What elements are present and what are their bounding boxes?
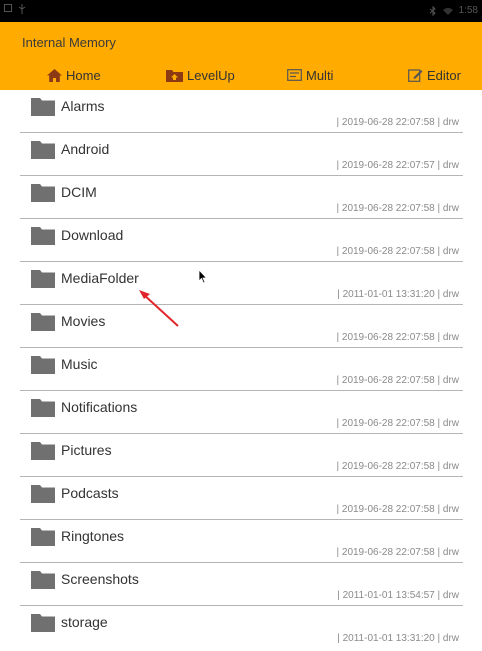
file-name: Ringtones bbox=[61, 528, 125, 544]
list-item[interactable]: Alarms | 2019-06-28 22:07:58 | drw bbox=[20, 90, 463, 133]
multi-select-icon bbox=[287, 69, 302, 81]
folder-icon bbox=[31, 184, 55, 202]
edit-icon bbox=[408, 69, 423, 82]
annotation-arrow bbox=[139, 290, 179, 327]
folder-icon bbox=[31, 485, 55, 503]
file-meta: | 2011-01-01 13:54:57 | drw bbox=[337, 590, 459, 601]
folder-icon bbox=[31, 571, 55, 589]
file-name: Notifications bbox=[61, 399, 138, 415]
list-item[interactable]: MediaFolder | 2011-01-01 13:31:20 | drw bbox=[20, 262, 463, 305]
list-item[interactable]: Movies | 2019-06-28 22:07:58 | drw bbox=[20, 305, 463, 348]
file-meta: | 2019-06-28 22:07:58 | drw bbox=[336, 246, 460, 257]
notification-icon bbox=[4, 4, 12, 12]
editor-button[interactable]: Editor bbox=[408, 64, 461, 86]
file-name: Movies bbox=[61, 313, 106, 329]
file-meta: | 2019-06-28 22:07:58 | drw bbox=[336, 203, 460, 214]
home-label: Home bbox=[66, 67, 101, 83]
folder-icon bbox=[31, 313, 55, 331]
folder-icon bbox=[31, 399, 55, 417]
file-meta: | 2019-06-28 22:07:58 | drw bbox=[336, 504, 460, 515]
folder-icon bbox=[31, 356, 55, 374]
home-icon bbox=[47, 68, 62, 82]
folder-icon bbox=[31, 270, 55, 288]
app-header: Internal Memory Home LevelUp Multi Edito… bbox=[0, 22, 482, 90]
file-meta: | 2019-06-28 22:07:57 | drw bbox=[336, 160, 460, 171]
list-item[interactable]: Screenshots | 2011-01-01 13:54:57 | drw bbox=[20, 563, 463, 606]
list-item[interactable]: Ringtones | 2019-06-28 22:07:58 | drw bbox=[20, 520, 463, 563]
list-item[interactable]: Android | 2019-06-28 22:07:57 | drw bbox=[20, 133, 463, 176]
file-name: Android bbox=[61, 141, 110, 157]
home-button[interactable]: Home bbox=[47, 64, 101, 86]
list-item[interactable]: DCIM | 2019-06-28 22:07:58 | drw bbox=[20, 176, 463, 219]
folder-icon bbox=[31, 442, 55, 460]
file-meta: | 2011-01-01 13:31:20 | drw bbox=[337, 289, 459, 300]
file-meta: | 2019-06-28 22:07:58 | drw bbox=[336, 547, 460, 558]
page-title: Internal Memory bbox=[22, 35, 116, 50]
mouse-cursor-icon bbox=[198, 269, 208, 284]
list-item[interactable]: storage | 2011-01-01 13:31:20 | drw bbox=[20, 606, 463, 649]
file-meta: | 2019-06-28 22:07:58 | drw bbox=[336, 375, 460, 386]
multi-label: Multi bbox=[306, 67, 334, 83]
list-item[interactable]: Podcasts | 2019-06-28 22:07:58 | drw bbox=[20, 477, 463, 520]
file-name: DCIM bbox=[61, 184, 97, 200]
file-name: MediaFolder bbox=[61, 270, 139, 286]
folder-icon bbox=[31, 227, 55, 245]
list-item[interactable]: Notifications | 2019-06-28 22:07:58 | dr… bbox=[20, 391, 463, 434]
file-name: Screenshots bbox=[61, 571, 139, 587]
list-item[interactable]: Music | 2019-06-28 22:07:58 | drw bbox=[20, 348, 463, 391]
file-name: Music bbox=[61, 356, 98, 372]
usb-icon bbox=[18, 4, 26, 14]
status-bar: 1:58 bbox=[0, 0, 482, 22]
file-name: Pictures bbox=[61, 442, 112, 458]
editor-label: Editor bbox=[427, 67, 461, 83]
file-name: storage bbox=[61, 614, 108, 630]
file-meta: | 2019-06-28 22:07:58 | drw bbox=[336, 418, 460, 429]
list-item[interactable]: Download | 2019-06-28 22:07:58 | drw bbox=[20, 219, 463, 262]
levelup-label: LevelUp bbox=[187, 67, 235, 83]
bluetooth-icon bbox=[429, 5, 436, 16]
folder-icon bbox=[31, 98, 55, 116]
folder-up-icon bbox=[166, 69, 183, 82]
folder-icon bbox=[31, 528, 55, 546]
folder-icon bbox=[31, 614, 55, 632]
file-meta: | 2019-06-28 22:07:58 | drw bbox=[336, 117, 460, 128]
levelup-button[interactable]: LevelUp bbox=[166, 64, 235, 86]
toolbar: Home LevelUp Multi Editor bbox=[0, 62, 482, 90]
file-name: Download bbox=[61, 227, 124, 243]
folder-icon bbox=[31, 141, 55, 159]
multi-button[interactable]: Multi bbox=[287, 64, 333, 86]
file-meta: | 2011-01-01 13:31:20 | drw bbox=[337, 633, 459, 644]
file-name: Alarms bbox=[61, 98, 105, 114]
file-meta: | 2019-06-28 22:07:58 | drw bbox=[336, 461, 460, 472]
file-meta: | 2019-06-28 22:07:58 | drw bbox=[336, 332, 460, 343]
file-name: Podcasts bbox=[61, 485, 119, 501]
clock: 1:58 bbox=[458, 5, 478, 16]
list-item[interactable]: Pictures | 2019-06-28 22:07:58 | drw bbox=[20, 434, 463, 477]
wifi-icon bbox=[442, 7, 453, 15]
